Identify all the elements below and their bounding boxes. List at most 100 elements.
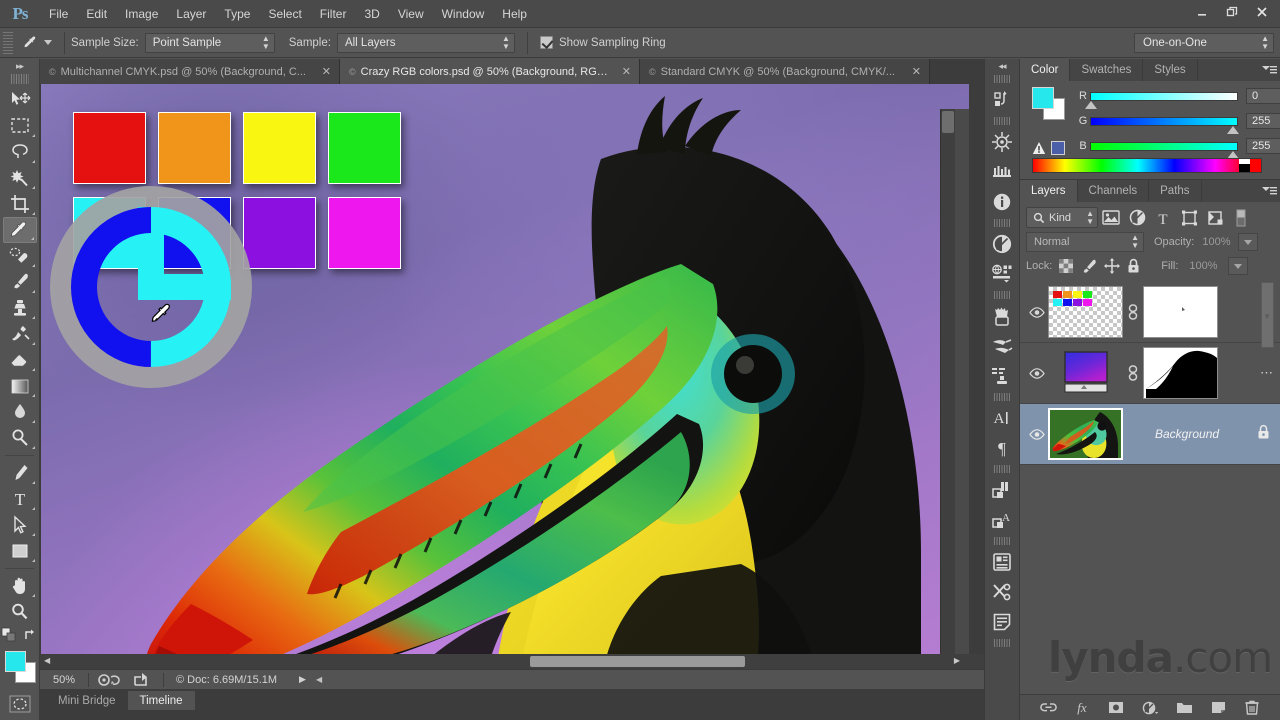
adjustment-layer-icon[interactable] — [1141, 699, 1159, 717]
zoom-tool[interactable] — [3, 599, 37, 625]
tab-channels[interactable]: Channels — [1078, 180, 1150, 202]
tab-timeline[interactable]: Timeline — [127, 691, 195, 710]
brush-presets-icon[interactable] — [985, 301, 1019, 331]
document-tab-close-icon[interactable]: ✕ — [322, 65, 331, 78]
brush-icon[interactable] — [985, 331, 1019, 361]
menu-select[interactable]: Select — [259, 0, 310, 28]
eyedropper-tool[interactable] — [2, 217, 37, 243]
lock-transparency-icon[interactable] — [1059, 259, 1074, 273]
dock-grip-3[interactable] — [994, 219, 1010, 227]
share-icon[interactable] — [133, 672, 151, 687]
out-of-gamut-warning[interactable] — [1032, 141, 1065, 155]
new-group-icon[interactable] — [1175, 699, 1193, 717]
layers-panel-menu-icon[interactable] — [1258, 180, 1280, 202]
character-icon[interactable]: A — [985, 403, 1019, 433]
foreground-background-colors[interactable] — [3, 651, 37, 685]
magic-wand-tool[interactable] — [3, 165, 37, 191]
show-sampling-ring-row[interactable]: Show Sampling Ring — [539, 36, 672, 49]
menu-window[interactable]: Window — [433, 0, 494, 28]
paragraph-icon[interactable]: ¶ — [985, 433, 1019, 463]
blue-channel-value[interactable]: 255 — [1246, 138, 1280, 154]
restore-button[interactable] — [1218, 2, 1246, 22]
dock-grip-8[interactable] — [994, 639, 1010, 647]
lasso-tool[interactable] — [3, 139, 37, 165]
adjustment-filter-icon[interactable] — [1124, 207, 1150, 229]
layer-mask-thumbnail[interactable] — [1143, 347, 1218, 399]
layer-visibility-toggle[interactable] — [1026, 367, 1048, 379]
swap-colors-icon[interactable] — [23, 628, 39, 642]
tool-presets-icon[interactable] — [985, 577, 1019, 607]
paragraph-styles-icon[interactable]: A — [985, 505, 1019, 535]
lock-image-icon[interactable] — [1080, 259, 1097, 274]
filter-toggle-icon[interactable] — [1228, 207, 1254, 229]
history-icon[interactable] — [985, 85, 1019, 115]
tab-swatches[interactable]: Swatches — [1070, 59, 1144, 81]
minimize-button[interactable] — [1188, 2, 1216, 22]
spectrum-black-swatch[interactable] — [1239, 164, 1250, 172]
move-tool[interactable] — [3, 87, 37, 113]
red-channel-thumb[interactable] — [1085, 100, 1097, 109]
layer-visibility-toggle[interactable] — [1026, 428, 1048, 440]
add-mask-icon[interactable] — [1107, 699, 1125, 717]
color-panel-menu-icon[interactable] — [1258, 59, 1280, 81]
document-tab-close-icon[interactable]: ✕ — [912, 65, 921, 78]
color-wheel-icon[interactable] — [985, 229, 1019, 259]
crop-tool[interactable] — [3, 191, 37, 217]
clone-source-icon[interactable] — [985, 361, 1019, 391]
type-tool[interactable]: T — [3, 486, 37, 512]
layer-visibility-toggle[interactable] — [1026, 306, 1048, 318]
fill-chevron-icon[interactable] — [1227, 257, 1248, 275]
table-row[interactable]: ⋯ ▼ — [1020, 282, 1280, 348]
fill-value[interactable]: 100% — [1189, 260, 1217, 272]
document-tab-standard-cmyk[interactable]: © Standard CMYK @ 50% (Background, CMYK/… — [640, 59, 930, 84]
sample-size-select[interactable]: Point Sample ▲ ▼ — [144, 32, 275, 53]
canvas-horizontal-scrollbar[interactable]: ◀ ▶ — [40, 654, 984, 669]
path-selection-tool[interactable] — [3, 512, 37, 538]
dodge-tool[interactable] — [3, 425, 37, 451]
dock-grip-6[interactable] — [994, 465, 1010, 473]
dock-grip-2[interactable] — [994, 117, 1010, 125]
brush-tool[interactable] — [3, 269, 37, 295]
hand-tool[interactable] — [3, 573, 37, 599]
blend-mode-select[interactable]: Normal ▲ ▼ — [1026, 232, 1144, 252]
menu-help[interactable]: Help — [493, 0, 536, 28]
status-expand-icon[interactable]: ▶ — [299, 674, 306, 685]
layers-scroll-down-icon[interactable]: ▼ — [1263, 312, 1271, 321]
delete-layer-icon[interactable] — [1243, 699, 1261, 717]
zoom-level[interactable]: 50% — [40, 674, 88, 686]
notes-icon[interactable] — [985, 607, 1019, 637]
scroll-left-icon[interactable]: ◀ — [44, 656, 50, 665]
canvas-vertical-scrollbar[interactable]: ▼ — [940, 109, 955, 694]
layer-thumbnail[interactable] — [1048, 408, 1123, 460]
document-tab-multichannel-cmyk[interactable]: © Multichannel CMYK.psd @ 50% (Backgroun… — [40, 59, 340, 84]
pen-tool[interactable] — [3, 460, 37, 486]
menu-3d[interactable]: 3D — [355, 0, 388, 28]
layer-filter-kind-select[interactable]: Kind ▲ ▼ — [1026, 207, 1098, 228]
red-channel-value[interactable]: 0 — [1246, 88, 1280, 104]
options-bar-grip[interactable] — [3, 31, 13, 54]
dock-collapse-button[interactable]: ◂◂ — [985, 59, 1019, 73]
tab-color[interactable]: Color — [1020, 59, 1071, 81]
fx-icon[interactable]: fx — [1073, 699, 1091, 717]
clone-stamp-tool[interactable] — [3, 295, 37, 321]
tab-layers[interactable]: Layers — [1020, 180, 1078, 202]
styles-icon[interactable] — [985, 157, 1019, 187]
dock-grip-7[interactable] — [994, 537, 1010, 545]
blue-channel-slider[interactable] — [1090, 141, 1239, 159]
layer-thumbnail[interactable] — [1048, 347, 1123, 399]
pixel-filter-icon[interactable] — [1098, 207, 1124, 229]
tab-styles[interactable]: Styles — [1143, 59, 1198, 81]
document-tab-crazy-rgb-colors[interactable]: © Crazy RGB colors.psd @ 50% (Background… — [340, 59, 640, 84]
layer-mask-link-icon[interactable] — [1123, 365, 1143, 381]
eraser-tool[interactable] — [3, 347, 37, 373]
lock-position-icon[interactable] — [1104, 258, 1121, 274]
show-sampling-ring-checkbox[interactable] — [539, 36, 553, 49]
default-colors-icon[interactable] — [1, 627, 17, 643]
close-button[interactable] — [1248, 2, 1276, 22]
quick-mask-button[interactable] — [3, 691, 37, 717]
tools-grip[interactable] — [10, 74, 29, 84]
menu-type[interactable]: Type — [215, 0, 259, 28]
lock-all-icon[interactable] — [1127, 258, 1140, 274]
shape-filter-icon[interactable] — [1176, 207, 1202, 229]
type-filter-icon[interactable]: T — [1150, 207, 1176, 229]
